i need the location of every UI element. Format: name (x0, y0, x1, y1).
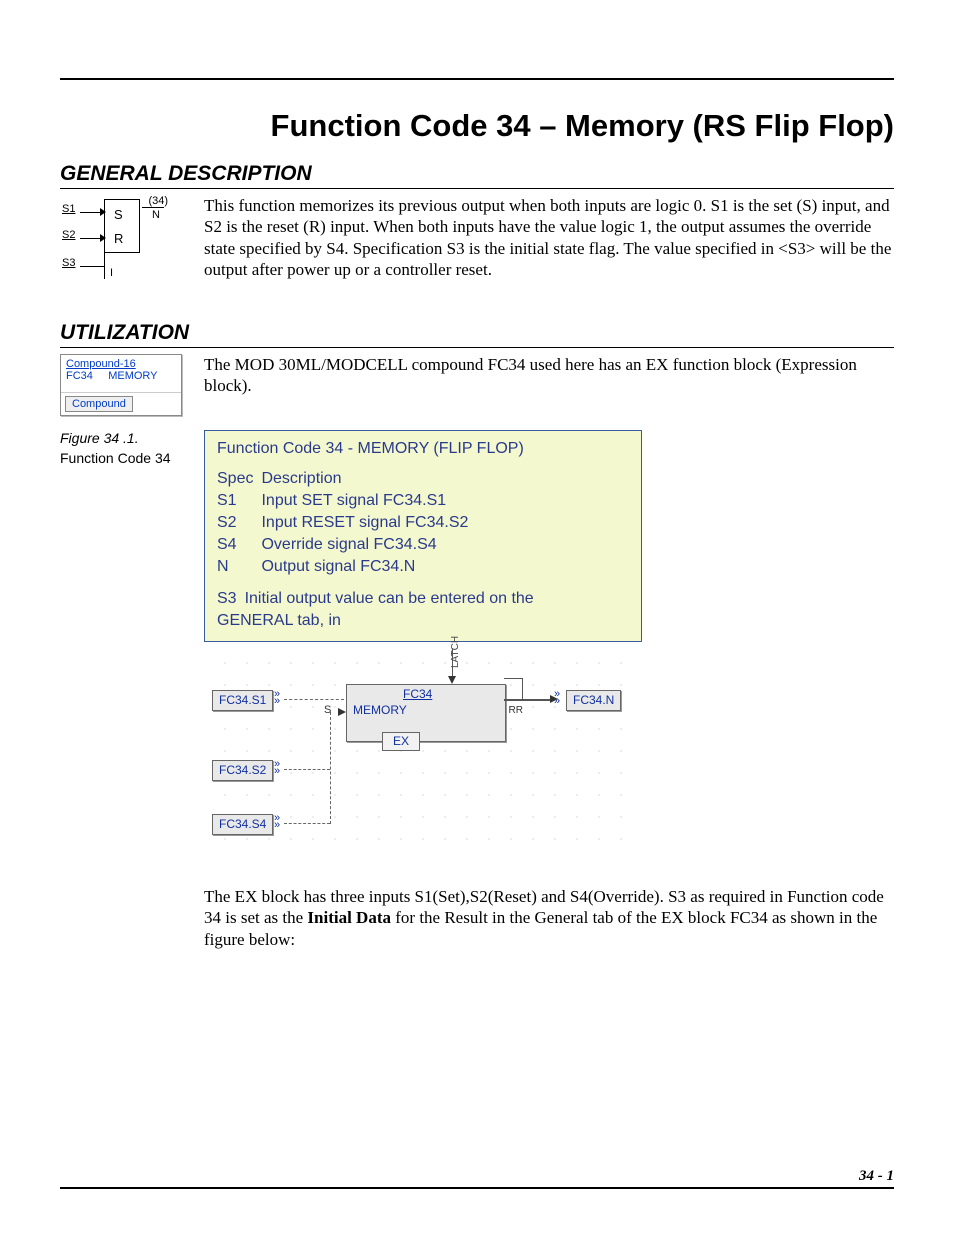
top-rule (60, 78, 894, 80)
spec-panel-title: Function Code 34 - MEMORY (FLIP FLOP) (217, 439, 629, 459)
compound-right-label: MEMORY (108, 370, 157, 382)
figure-caption: Figure 34 .1. Function Code 34 (60, 430, 188, 967)
compound-button[interactable]: Compound (65, 396, 133, 412)
section-heading-general: GENERAL DESCRIPTION (60, 162, 894, 189)
compound-link[interactable]: Compound-16 (66, 358, 136, 370)
fc34-block-sub: MEMORY (353, 703, 407, 718)
spec-head-desc: Description (261, 469, 476, 491)
spec-s3: S3Initial output value can be entered on… (217, 589, 542, 611)
util-intro-row: Compound-16 FC34 MEMORY Compound The MOD… (60, 354, 894, 416)
spec-row: S1Input SET signal FC34.S1 (217, 491, 476, 513)
spec-panel: Function Code 34 - MEMORY (FLIP FLOP) Sp… (204, 430, 642, 642)
node-s2[interactable]: FC34.S2 (212, 760, 273, 781)
util-outro: The EX block has three inputs S1(Set),S2… (204, 886, 894, 950)
compound-thumbnail: Compound-16 FC34 MEMORY Compound (60, 354, 188, 416)
node-s1[interactable]: FC34.S1 (212, 690, 273, 711)
sr-letter-r: R (114, 231, 123, 246)
fc34-rr-label: RR (509, 705, 523, 718)
general-body: This function memorizes its previous out… (204, 195, 894, 291)
spec-row: S2Input RESET signal FC34.S2 (217, 513, 476, 535)
page: Function Code 34 – Memory (RS Flip Flop)… (0, 0, 954, 1235)
spec-s3-label: S3 (217, 589, 245, 611)
sr-letter-s: S (114, 207, 123, 222)
node-n[interactable]: FC34.N (566, 690, 621, 711)
fc34-block-title: FC34 (403, 687, 432, 702)
spec-row: S4Override signal FC34.S4 (217, 535, 476, 557)
section-heading-utilization: UTILIZATION (60, 321, 894, 348)
fc34-block[interactable]: FC34 MEMORY RR (346, 684, 506, 742)
figure-content: Function Code 34 - MEMORY (FLIP FLOP) Sp… (204, 430, 894, 967)
figure-title: Function Code 34 (60, 450, 188, 466)
general-row: S R (34) N S1 S2 S3 I This function memo… (60, 195, 894, 291)
ex-block[interactable]: EX (382, 732, 420, 751)
spec-head-spec: Spec (217, 469, 261, 491)
sr-input-s3: S3 (62, 257, 75, 269)
spec-table: SpecDescription S1Input SET signal FC34.… (217, 469, 476, 579)
block-diagram: LATCH FC34 MEMORY RR EX FC34.S1 »» FC34.… (204, 642, 642, 860)
page-number: 34 - 1 (60, 1168, 894, 1189)
sr-input-s2: S2 (62, 229, 75, 241)
sr-input-s1: S1 (62, 203, 75, 215)
util-intro-text: The MOD 30ML/MODCELL compound FC34 used … (204, 354, 894, 416)
compound-left-label: FC34 (66, 370, 93, 382)
s-marker: S (324, 704, 331, 718)
spec-s3-text: Initial output value can be entered on t… (245, 589, 542, 611)
page-title: Function Code 34 – Memory (RS Flip Flop) (60, 108, 894, 144)
sr-block-icon: S R (34) N S1 S2 S3 I (60, 195, 188, 291)
node-s4[interactable]: FC34.S4 (212, 814, 273, 835)
sr-code-34: (34) (148, 195, 168, 207)
sr-output-n: N (152, 209, 160, 221)
spec-row: NOutput signal FC34.N (217, 557, 476, 579)
spec-s3-cont: GENERAL tab, in (217, 611, 629, 631)
figure-row: Figure 34 .1. Function Code 34 Function … (60, 430, 894, 967)
figure-number: Figure 34 .1. (60, 430, 188, 446)
sr-letter-i: I (110, 267, 113, 279)
spec-header-row: SpecDescription (217, 469, 476, 491)
